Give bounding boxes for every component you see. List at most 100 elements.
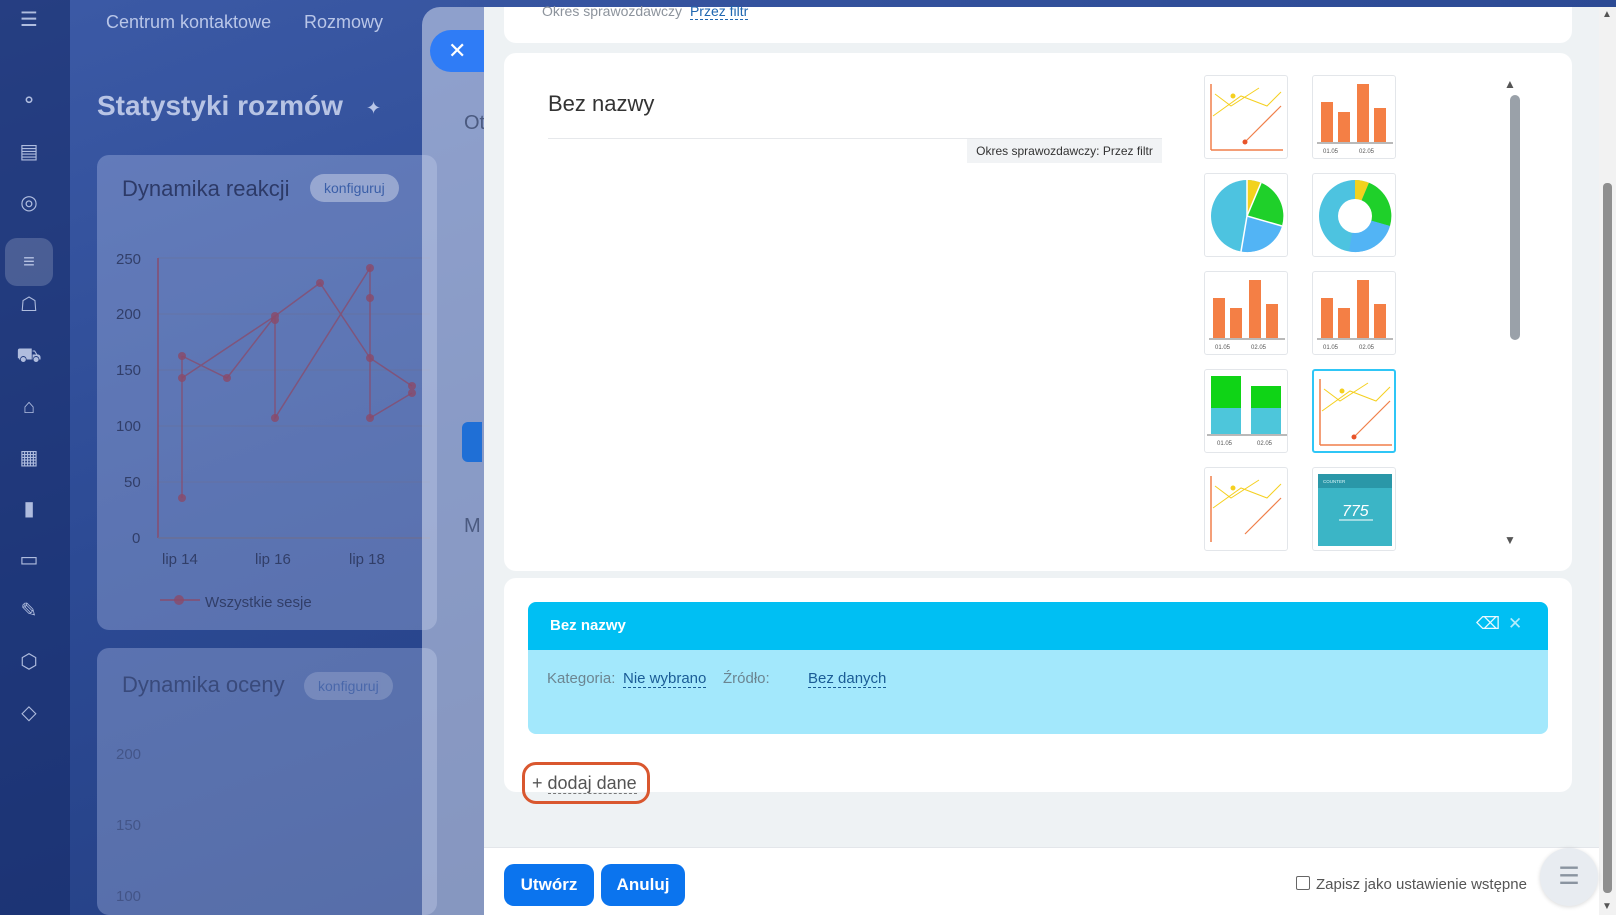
add-data-link[interactable]: + dodaj dane (522, 762, 650, 804)
menu-lines-icon[interactable]: ☰ (1540, 848, 1598, 906)
pin-icon[interactable]: ✦ (366, 98, 381, 119)
datasets-panel: Bez nazwy ⌫ ✕ Kategoria: Nie wybrano Źró… (504, 578, 1572, 792)
thumb-label: 01.05 (1323, 345, 1339, 351)
y-tick: 100 (116, 418, 142, 435)
page-scrollbar-thumb[interactable] (1603, 183, 1612, 893)
dataset-title[interactable]: Bez nazwy (550, 617, 626, 634)
target-icon[interactable]: ◎ (16, 190, 42, 216)
scroll-down-arrow-icon[interactable]: ▼ (1504, 533, 1516, 547)
line-chart-icon (1319, 379, 1392, 446)
thumb-label: 01.05 (1215, 345, 1231, 351)
plus-icon: + (532, 773, 543, 793)
category-label: Kategoria: (547, 670, 616, 687)
bar-chart-icon: 01.05 02.05 (1317, 280, 1393, 351)
create-button[interactable]: Utwórz (504, 864, 594, 906)
configure-button[interactable]: konfiguruj (310, 174, 399, 202)
y-tick: 200 (116, 746, 142, 763)
scroll-up-arrow-icon[interactable]: ▲ (1504, 77, 1516, 91)
chart-type-stacked-bar[interactable]: 01.05 02.05 (1204, 369, 1288, 453)
pen-icon[interactable]: ✎ (16, 598, 42, 624)
y-tick: 100 (116, 888, 142, 905)
counter-caption: COUNTER (1323, 479, 1346, 484)
thumb-label: 02.05 (1251, 345, 1267, 351)
save-default-label: Zapisz jako ustawienie wstępne (1316, 876, 1527, 893)
report-period-label: Okres sprawozdawczy (542, 3, 683, 19)
close-slider-button[interactable]: ✕ (430, 30, 488, 72)
card-title-reaction: Dynamika reakcji (122, 176, 290, 201)
y-tick: 200 (116, 306, 142, 323)
add-data-label: dodaj dane (547, 773, 637, 794)
source-select[interactable]: Bez danych (808, 670, 887, 688)
scroll-up-arrow-icon[interactable]: ▲ (1602, 9, 1612, 20)
page-scrollbar[interactable]: ▲ ▼ (1599, 7, 1616, 915)
chart-type-line-2[interactable] (1204, 467, 1288, 551)
line-chart-icon (1210, 476, 1282, 542)
period-badge: Okres sprawozdawczy: Przez filtr (967, 139, 1162, 163)
modal-footer: Utwórz Anuluj Zapisz jako ustawienie wst… (484, 847, 1599, 915)
dataset-body: Kategoria: Nie wybrano Źródło: Bez danyc… (528, 650, 1548, 734)
y-tick: 50 (124, 474, 141, 491)
chart-type-donut[interactable] (1312, 173, 1396, 257)
bar-chart-icon: 01.05 02.05 (1317, 84, 1393, 155)
connections-icon[interactable]: ⚬ (16, 88, 42, 114)
panel-fragment-text: M (464, 515, 481, 537)
close-icon: ✕ (448, 38, 467, 63)
widget-title[interactable]: Bez nazwy (548, 91, 654, 117)
dataset-header: Bez nazwy ⌫ ✕ (528, 602, 1548, 650)
chart-type-bar-2[interactable]: 01.05 02.05 (1204, 271, 1288, 355)
report-period-link[interactable]: Przez filtr (689, 3, 749, 20)
configure-button-2[interactable]: konfiguruj (304, 672, 393, 700)
source-label: Źródło: (723, 670, 770, 687)
chart-type-line-selected[interactable] (1312, 369, 1396, 453)
reaction-line-chart (157, 257, 430, 539)
report-settings-modal: Okres sprawozdawczy Przez filtr Bez nazw… (484, 3, 1599, 915)
thumb-label: 02.05 (1359, 149, 1375, 155)
close-icon[interactable]: ✕ (1508, 614, 1522, 634)
document-icon[interactable]: ▭ (16, 547, 42, 573)
save-as-default[interactable]: Zapisz jako ustawienie wstępne (1296, 876, 1527, 893)
bar-chart-icon: 01.05 02.05 (1209, 280, 1285, 351)
donut-chart-icon (1319, 179, 1392, 253)
left-rail: ☰ ⚬ ▤ ◎ ≡ ☖ ⛟ ⌂ ▦ ▮ ▭ ✎ ⬡ ◇ (0, 0, 70, 915)
scroll-down-arrow-icon[interactable]: ▼ (1602, 901, 1612, 912)
line-chart-icon (1210, 84, 1283, 151)
eraser-icon[interactable]: ⌫ (1476, 614, 1500, 634)
y-tick: 150 (116, 817, 142, 834)
panel-fragment-button (462, 422, 482, 462)
nav-conversations[interactable]: Rozmowy (304, 12, 383, 33)
contacts-card-icon[interactable]: ▤ (16, 139, 42, 165)
y-tick: 0 (132, 530, 141, 547)
cancel-button[interactable]: Anuluj (601, 864, 685, 906)
x-tick: lip 16 (255, 551, 291, 568)
bar-chart-icon[interactable]: ▮ (16, 496, 42, 522)
page-title: Statystyki rozmów (97, 90, 343, 121)
chart-type-bar[interactable]: 01.05 02.05 (1312, 75, 1396, 159)
nav-contact-center[interactable]: Centrum kontaktowe (106, 12, 271, 33)
chart-type-pie[interactable] (1204, 173, 1288, 257)
thumbnail-scrollbar[interactable] (1510, 95, 1520, 340)
thumb-label: 01.05 (1323, 149, 1339, 155)
thumb-label: 02.05 (1257, 441, 1273, 447)
legend-all-sessions: Wszystkie sesje (205, 594, 312, 611)
pie-chart-icon (1211, 179, 1284, 253)
chart-type-line[interactable] (1204, 75, 1288, 159)
legend-dot (174, 595, 184, 605)
widget-preview-panel: Bez nazwy Okres sprawozdawczy: Przez fil… (504, 53, 1572, 571)
robot-icon[interactable]: ☖ (16, 292, 42, 318)
y-tick: 250 (116, 251, 142, 268)
hamburger-menu-icon[interactable]: ☰ (16, 7, 42, 33)
category-select[interactable]: Nie wybrano (623, 670, 707, 688)
save-default-checkbox[interactable] (1296, 876, 1310, 890)
warehouse-icon[interactable]: ⌂ (16, 394, 42, 420)
funnel-icon[interactable]: ≡ (16, 249, 42, 275)
calendar-icon[interactable]: ▦ (16, 445, 42, 471)
chart-type-counter[interactable]: COUNTER 775 (1312, 467, 1396, 551)
x-tick: lip 14 (162, 551, 198, 568)
hexagon-icon[interactable]: ⬡ (16, 649, 42, 675)
thumb-label: 01.05 (1217, 441, 1233, 447)
counter-icon: COUNTER 775 (1318, 474, 1392, 546)
cube-icon[interactable]: ◇ (16, 700, 42, 726)
chart-type-selector: 01.05 02.05 01.05 02.05 01.05 02.05 01.0… (1204, 75, 1419, 555)
cart-icon[interactable]: ⛟ (16, 343, 42, 369)
chart-type-bar-3[interactable]: 01.05 02.05 (1312, 271, 1396, 355)
